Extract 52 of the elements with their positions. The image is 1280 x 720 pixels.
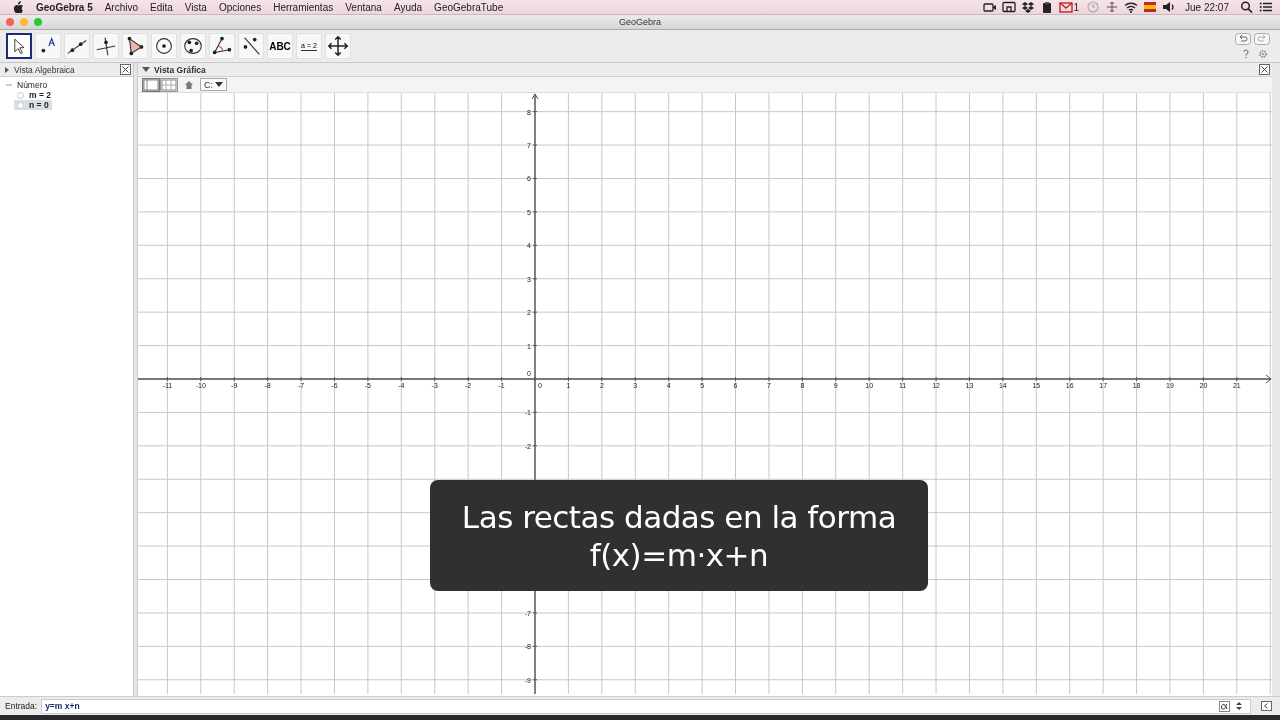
move-arrows-icon — [326, 33, 350, 59]
input-label: Entrada: — [5, 701, 38, 711]
view-title: Vista Gráfica — [154, 64, 206, 75]
wifi-icon[interactable] — [1124, 1, 1139, 13]
list-icon[interactable] — [1259, 1, 1273, 13]
mail-icon[interactable] — [1058, 1, 1073, 13]
undo-button[interactable] — [1235, 33, 1251, 45]
app-menu[interactable]: GeoGebra 5 — [36, 1, 93, 13]
caret-icon — [215, 82, 223, 87]
speaker-icon[interactable] — [1162, 1, 1177, 13]
history-arrows-icon[interactable] — [1236, 701, 1242, 711]
menu-item[interactable]: Opciones — [218, 1, 262, 13]
caption-text: f(x)=m·x+n — [589, 535, 769, 574]
collapse-triangle-icon[interactable] — [142, 66, 150, 73]
video-camera-icon[interactable] — [982, 1, 997, 13]
window-title: GeoGebra — [619, 17, 661, 27]
flag-icon[interactable] — [1143, 1, 1158, 13]
axes-toggle[interactable] — [142, 77, 160, 92]
menu-item[interactable]: Edita — [150, 1, 173, 13]
menu-item[interactable]: Ayuda — [393, 1, 423, 13]
box-icon[interactable] — [1020, 1, 1035, 13]
menu-item[interactable]: Archivo — [104, 1, 139, 13]
close-icon[interactable] — [1259, 64, 1270, 75]
symbol-keyboard-icon[interactable] — [1219, 700, 1230, 712]
tool-button[interactable]: ABC — [267, 33, 293, 59]
group-label[interactable]: Número — [17, 79, 48, 90]
home-icon[interactable] — [184, 79, 194, 90]
view-title: Vista Algebraica — [14, 64, 76, 75]
arrows-icon[interactable] — [1105, 1, 1120, 13]
input-field[interactable]: y=m x+n — [41, 698, 1251, 714]
help-icon[interactable] — [1242, 49, 1250, 59]
object-row[interactable]: m = 2 — [14, 90, 54, 100]
clock[interactable]: Jue 22:07 — [1185, 1, 1229, 13]
grid-toggle[interactable] — [160, 77, 178, 92]
visibility-toggle[interactable] — [17, 91, 24, 99]
tool-button[interactable] — [6, 33, 32, 59]
menu-item[interactable]: Vista — [184, 1, 207, 13]
menu-item[interactable]: GeoGebraTube — [434, 1, 504, 13]
search-icon[interactable] — [1240, 1, 1254, 13]
close-icon[interactable] — [120, 64, 131, 75]
visibility-toggle[interactable] — [17, 101, 24, 109]
collapse-triangle-icon[interactable] — [4, 65, 10, 74]
object-row[interactable]: n = 0 — [14, 100, 52, 110]
caption-text: Las rectas dadas en la forma — [461, 497, 897, 536]
display-icon[interactable] — [1001, 1, 1016, 13]
help-panel-icon[interactable] — [1261, 701, 1272, 711]
mail-count: 1 — [1073, 1, 1080, 13]
point-capture-dropdown[interactable]: C: — [200, 78, 227, 91]
menu-item[interactable]: Herramientas — [273, 1, 334, 13]
apple-logo-icon[interactable] — [13, 1, 23, 13]
settings-icon[interactable] — [1258, 49, 1268, 59]
menu-item[interactable]: Ventana — [345, 1, 382, 13]
